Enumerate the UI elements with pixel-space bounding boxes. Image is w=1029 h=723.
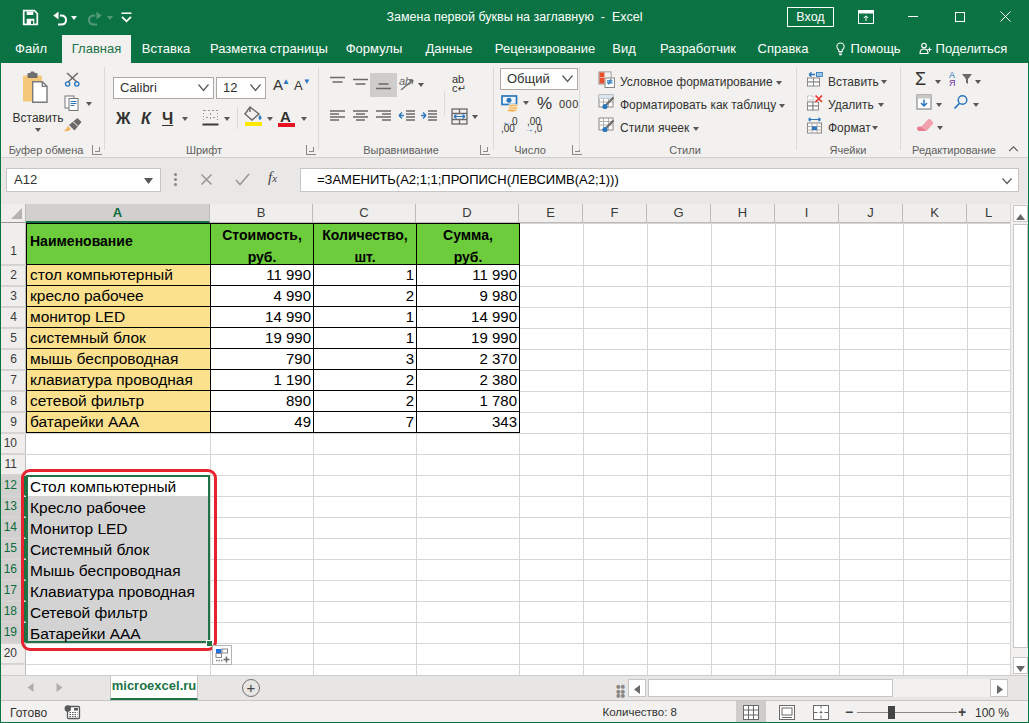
svg-text:ab: ab [399,75,411,87]
